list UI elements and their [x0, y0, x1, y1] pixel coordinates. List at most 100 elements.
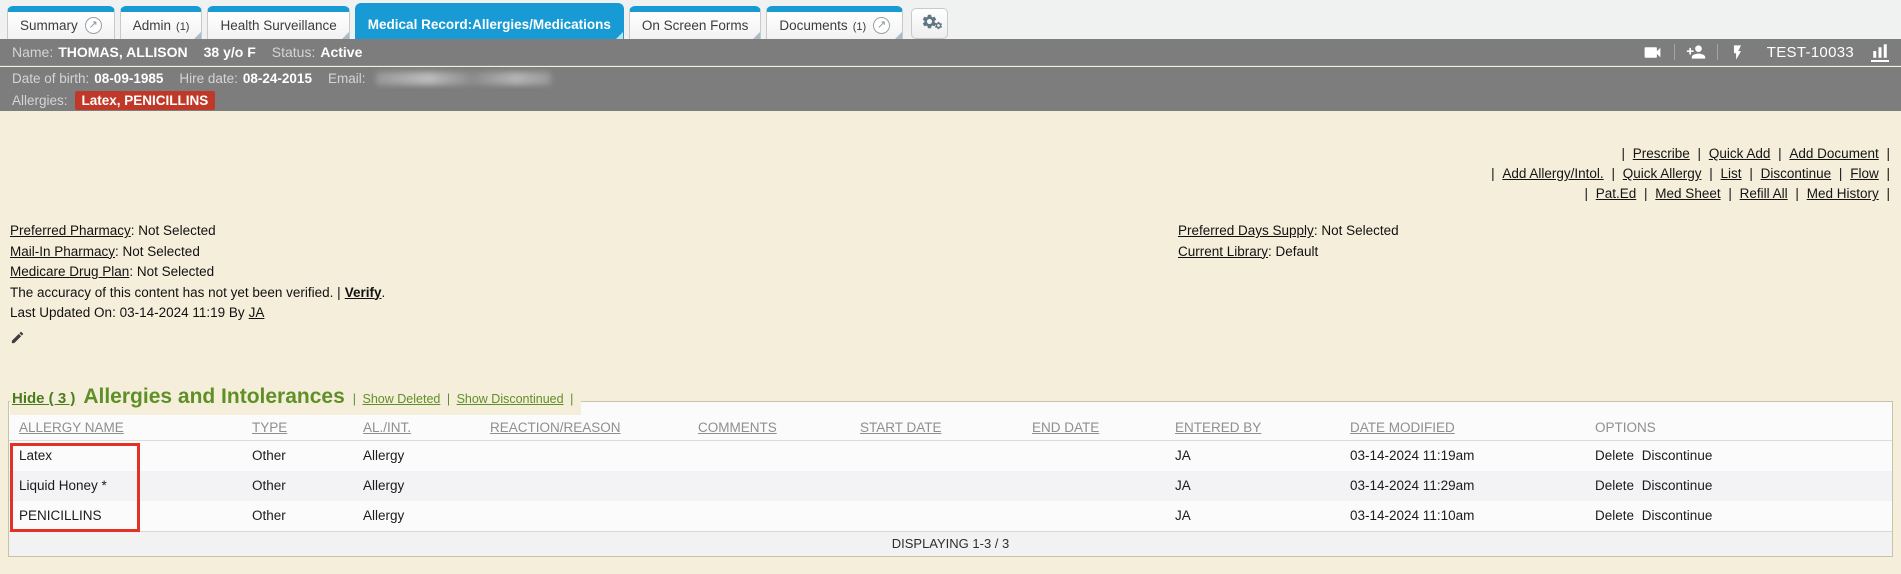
tab-on-screen-forms[interactable]: On Screen Forms — [629, 6, 762, 39]
email-label: Email: — [328, 71, 366, 86]
flow-link[interactable]: Flow — [1850, 166, 1879, 181]
add-document-link[interactable]: Add Document — [1789, 146, 1878, 161]
open-shortcut-icon[interactable]: ↗ — [85, 17, 102, 34]
preferred-days-supply-line: Preferred Days Supply: Not Selected — [1178, 221, 1399, 242]
dob-value: 08-09-1985 — [94, 71, 163, 86]
hire-date-value: 08-24-2015 — [243, 71, 312, 86]
discontinue-link[interactable]: Discontinue — [1761, 166, 1832, 181]
open-shortcut-icon[interactable]: ↗ — [873, 17, 890, 34]
medicare-drug-plan-line: Medicare Drug Plan: Not Selected — [10, 262, 385, 283]
tab-documents[interactable]: Documents (1) ↗ — [766, 6, 903, 39]
separator: | — [1584, 186, 1588, 201]
tab-summary[interactable]: Summary ↗ — [7, 6, 115, 39]
section-links: | Show Deleted | Show Discontinued | — [353, 392, 574, 406]
action-links-row-3: | Pat.Ed | Med Sheet | Refill All | Med … — [1490, 184, 1891, 204]
preferred-days-supply-link[interactable]: Preferred Days Supply — [1178, 223, 1314, 238]
type-cell: Other — [242, 441, 353, 471]
allergies-table: ALLERGY NAME TYPE AL./INT. REACTION/REAS… — [9, 402, 1892, 531]
tab-medical-record-allergies-medications[interactable]: Medical Record:Allergies/Medications — [355, 3, 624, 39]
options-cell: Delete Discontinue — [1585, 501, 1892, 531]
settings-button[interactable] — [911, 8, 948, 39]
patient-header-actions: TEST-10033 — [1642, 42, 1889, 63]
bar-chart-icon[interactable] — [1871, 43, 1889, 62]
medicare-drug-plan-link[interactable]: Medicare Drug Plan — [10, 264, 129, 279]
separator: | — [570, 392, 573, 406]
end-date-cell — [1022, 471, 1165, 501]
end-date-cell — [1022, 441, 1165, 471]
verify-link[interactable]: Verify — [345, 285, 382, 300]
date-modified-cell: 03-14-2024 11:29am — [1340, 471, 1585, 501]
tab-label: Documents — [779, 18, 847, 33]
al-int-cell: Allergy — [353, 471, 480, 501]
separator: | — [1644, 186, 1648, 201]
entered-by-cell: JA — [1165, 441, 1340, 471]
col-comments[interactable]: COMMENTS — [688, 402, 850, 441]
add-person-icon[interactable] — [1686, 42, 1706, 62]
hire-date-label: Hire date: — [179, 71, 238, 86]
col-date-modified[interactable]: DATE MODIFIED — [1340, 402, 1585, 441]
status-value: Active — [320, 44, 362, 60]
mail-in-pharmacy-link[interactable]: Mail-In Pharmacy — [10, 244, 115, 259]
reaction-cell — [480, 471, 688, 501]
options-cell: Delete Discontinue — [1585, 471, 1892, 501]
separator: | — [1709, 166, 1713, 181]
quick-allergy-link[interactable]: Quick Allergy — [1623, 166, 1702, 181]
start-date-cell — [850, 471, 1022, 501]
allergy-name-cell: Liquid Honey * — [9, 471, 242, 501]
entered-by-cell: JA — [1165, 471, 1340, 501]
video-camera-icon[interactable] — [1642, 42, 1663, 63]
table-row: PENICILLINS Other Allergy JA 03-14-2024 … — [9, 501, 1892, 531]
type-cell: Other — [242, 501, 353, 531]
col-entered-by[interactable]: ENTERED BY — [1165, 402, 1340, 441]
tab-health-surveillance[interactable]: Health Surveillance — [207, 6, 349, 39]
allergy-name-cell: Latex — [9, 441, 242, 471]
end-date-cell — [1022, 501, 1165, 531]
tab-label: Admin — [133, 18, 171, 33]
show-discontinued-link[interactable]: Show Discontinued — [457, 392, 564, 406]
medicare-drug-plan-value: : Not Selected — [129, 264, 214, 279]
col-start-date[interactable]: START DATE — [850, 402, 1022, 441]
current-library-link[interactable]: Current Library — [1178, 244, 1268, 259]
separator: | — [1611, 166, 1615, 181]
delete-link[interactable]: Delete — [1595, 478, 1634, 493]
allergies-label: Allergies: — [12, 93, 68, 108]
edit-pencil-icon[interactable] — [10, 330, 385, 352]
entered-by-cell: JA — [1165, 501, 1340, 531]
delete-link[interactable]: Delete — [1595, 448, 1634, 463]
separator: | — [1886, 166, 1890, 181]
show-deleted-link[interactable]: Show Deleted — [363, 392, 441, 406]
quick-add-link[interactable]: Quick Add — [1709, 146, 1771, 161]
date-modified-cell: 03-14-2024 11:19am — [1340, 441, 1585, 471]
ehr-app: Summary ↗ Admin (1) Health Surveillance … — [0, 0, 1901, 574]
separator: | — [353, 392, 356, 406]
preferred-pharmacy-link[interactable]: Preferred Pharmacy — [10, 223, 131, 238]
email-redacted-value — [376, 72, 551, 85]
current-library-line: Current Library: Default — [1178, 242, 1399, 263]
updated-by-link[interactable]: JA — [249, 305, 265, 320]
patient-id: TEST-10033 — [1767, 44, 1854, 61]
accuracy-line: The accuracy of this content has not yet… — [10, 283, 385, 304]
lightning-bolt-icon[interactable] — [1729, 44, 1746, 61]
separator: | — [1749, 166, 1753, 181]
section-title: Allergies and Intolerances — [83, 385, 344, 409]
reaction-cell — [480, 501, 688, 531]
refill-all-link[interactable]: Refill All — [1740, 186, 1788, 201]
pat-ed-link[interactable]: Pat.Ed — [1596, 186, 1637, 201]
list-link[interactable]: List — [1721, 166, 1742, 181]
preferred-days-supply-value: : Not Selected — [1314, 223, 1399, 238]
add-allergy-intol-link[interactable]: Add Allergy/Intol. — [1502, 166, 1603, 181]
discontinue-link[interactable]: Discontinue — [1642, 508, 1713, 523]
hide-section-link[interactable]: Hide ( 3 ) — [12, 390, 75, 407]
patient-name: THOMAS, ALLISON — [58, 44, 187, 60]
preferred-pharmacy-value: : Not Selected — [131, 223, 216, 238]
col-end-date[interactable]: END DATE — [1022, 402, 1165, 441]
discontinue-link[interactable]: Discontinue — [1642, 478, 1713, 493]
med-history-link[interactable]: Med History — [1807, 186, 1879, 201]
tab-admin[interactable]: Admin (1) — [120, 6, 203, 39]
name-label: Name: — [12, 44, 53, 60]
discontinue-link[interactable]: Discontinue — [1642, 448, 1713, 463]
prescribe-link[interactable]: Prescribe — [1633, 146, 1690, 161]
delete-link[interactable]: Delete — [1595, 508, 1634, 523]
reaction-cell — [480, 441, 688, 471]
med-sheet-link[interactable]: Med Sheet — [1655, 186, 1720, 201]
